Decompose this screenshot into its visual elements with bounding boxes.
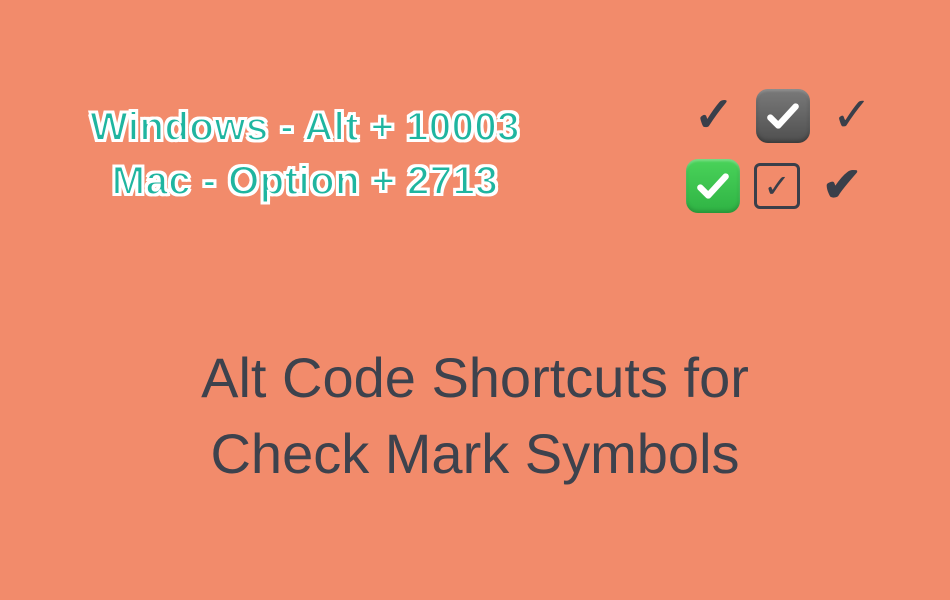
windows-shortcut: Windows - Alt + 10003 xyxy=(90,100,520,154)
symbol-row-1: ✓ ✓ xyxy=(686,88,880,144)
heading-line-1: Alt Code Shortcuts for xyxy=(0,340,950,416)
mac-shortcut: Mac - Option + 2713 xyxy=(90,154,520,208)
check-mark-gray-box-icon xyxy=(756,89,810,143)
shortcuts-block: Windows - Alt + 10003 Mac - Option + 271… xyxy=(90,100,520,208)
heading-line-2: Check Mark Symbols xyxy=(0,416,950,492)
check-mark-dark-icon: ✓ xyxy=(824,88,880,144)
symbol-row-2: ✓ ✔ xyxy=(686,158,880,214)
symbols-grid: ✓ ✓ ✓ ✔ xyxy=(686,88,880,214)
heavy-check-mark-icon: ✔ xyxy=(814,158,870,214)
ballot-box-check-icon: ✓ xyxy=(754,163,800,209)
main-heading: Alt Code Shortcuts for Check Mark Symbol… xyxy=(0,340,950,491)
check-mark-green-box-icon xyxy=(686,159,740,213)
check-mark-icon: ✓ xyxy=(686,88,742,144)
